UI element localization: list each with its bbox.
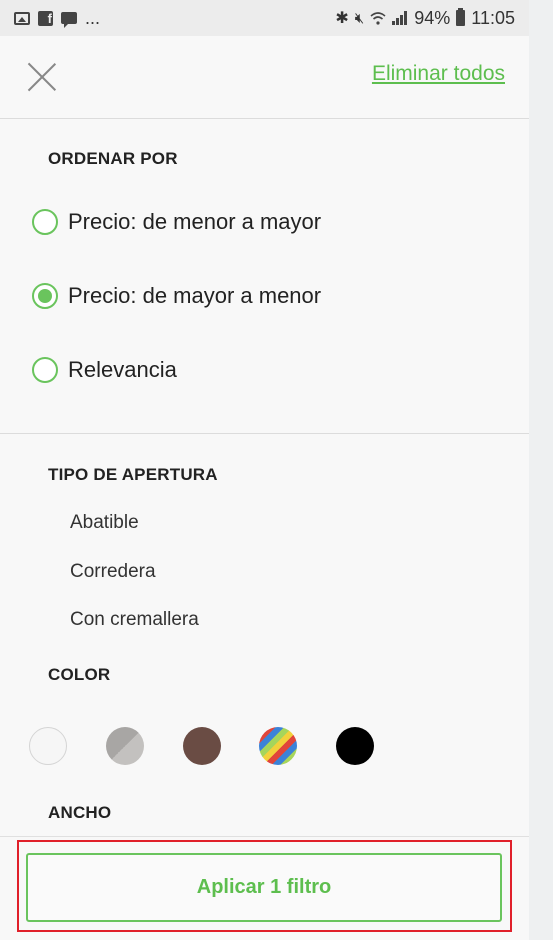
- color-swatch-multicolor[interactable]: [259, 727, 297, 765]
- color-swatch-black[interactable]: [336, 727, 374, 765]
- radio-unchecked-icon[interactable]: [32, 357, 58, 383]
- radio-unchecked-icon[interactable]: [32, 209, 58, 235]
- chat-icon: [61, 12, 77, 28]
- opening-type-option-corredera[interactable]: Corredera: [70, 561, 156, 583]
- facebook-icon: f: [38, 10, 53, 26]
- color-swatch-grey[interactable]: [106, 727, 144, 765]
- battery-percent: 94%: [414, 7, 451, 28]
- section-divider: [0, 433, 529, 434]
- filter-panel: f ... ✱ 🔇︎ 94% 11:05 Eliminar todos ORDE…: [0, 0, 529, 940]
- sort-option-label: Precio: de mayor a menor: [68, 283, 322, 308]
- mute-icon: 🔇︎: [354, 9, 365, 27]
- sort-option-price-desc[interactable]: Precio: de mayor a menor: [32, 283, 321, 309]
- sort-option-label: Relevancia: [68, 357, 177, 382]
- apply-filters-button[interactable]: Aplicar 1 filtro: [26, 853, 502, 922]
- image-icon: [14, 11, 30, 25]
- opening-type-option-cremallera[interactable]: Con cremallera: [70, 609, 199, 631]
- width-section-title: ANCHO: [48, 803, 112, 822]
- radio-checked-icon[interactable]: [32, 283, 58, 309]
- opening-type-section-title: TIPO DE APERTURA: [48, 465, 218, 484]
- sort-option-relevance[interactable]: Relevancia: [32, 357, 177, 383]
- color-swatch-brown[interactable]: [183, 727, 221, 765]
- status-bar-left: f ...: [0, 8, 100, 29]
- battery-icon: [456, 8, 466, 26]
- color-swatch-white[interactable]: [29, 727, 67, 765]
- filter-header: Eliminar todos: [0, 36, 529, 119]
- opening-type-option-abatible[interactable]: Abatible: [70, 512, 139, 534]
- sort-section-title: ORDENAR POR: [48, 149, 178, 168]
- signal-icon: [392, 11, 408, 25]
- bluetooth-icon: ✱: [335, 10, 349, 27]
- color-section-title: COLOR: [48, 665, 111, 684]
- sort-option-price-asc[interactable]: Precio: de menor a mayor: [32, 209, 321, 235]
- status-bar-right: ✱ 🔇︎ 94% 11:05: [335, 8, 529, 29]
- status-bar: f ... ✱ 🔇︎ 94% 11:05: [0, 0, 529, 36]
- wifi-icon: [370, 12, 386, 25]
- notification-overflow: ...: [85, 7, 101, 28]
- close-icon[interactable]: [28, 63, 56, 91]
- clock: 11:05: [471, 7, 515, 28]
- clear-all-link[interactable]: Eliminar todos: [372, 62, 505, 86]
- sort-option-label: Precio: de menor a mayor: [68, 209, 322, 234]
